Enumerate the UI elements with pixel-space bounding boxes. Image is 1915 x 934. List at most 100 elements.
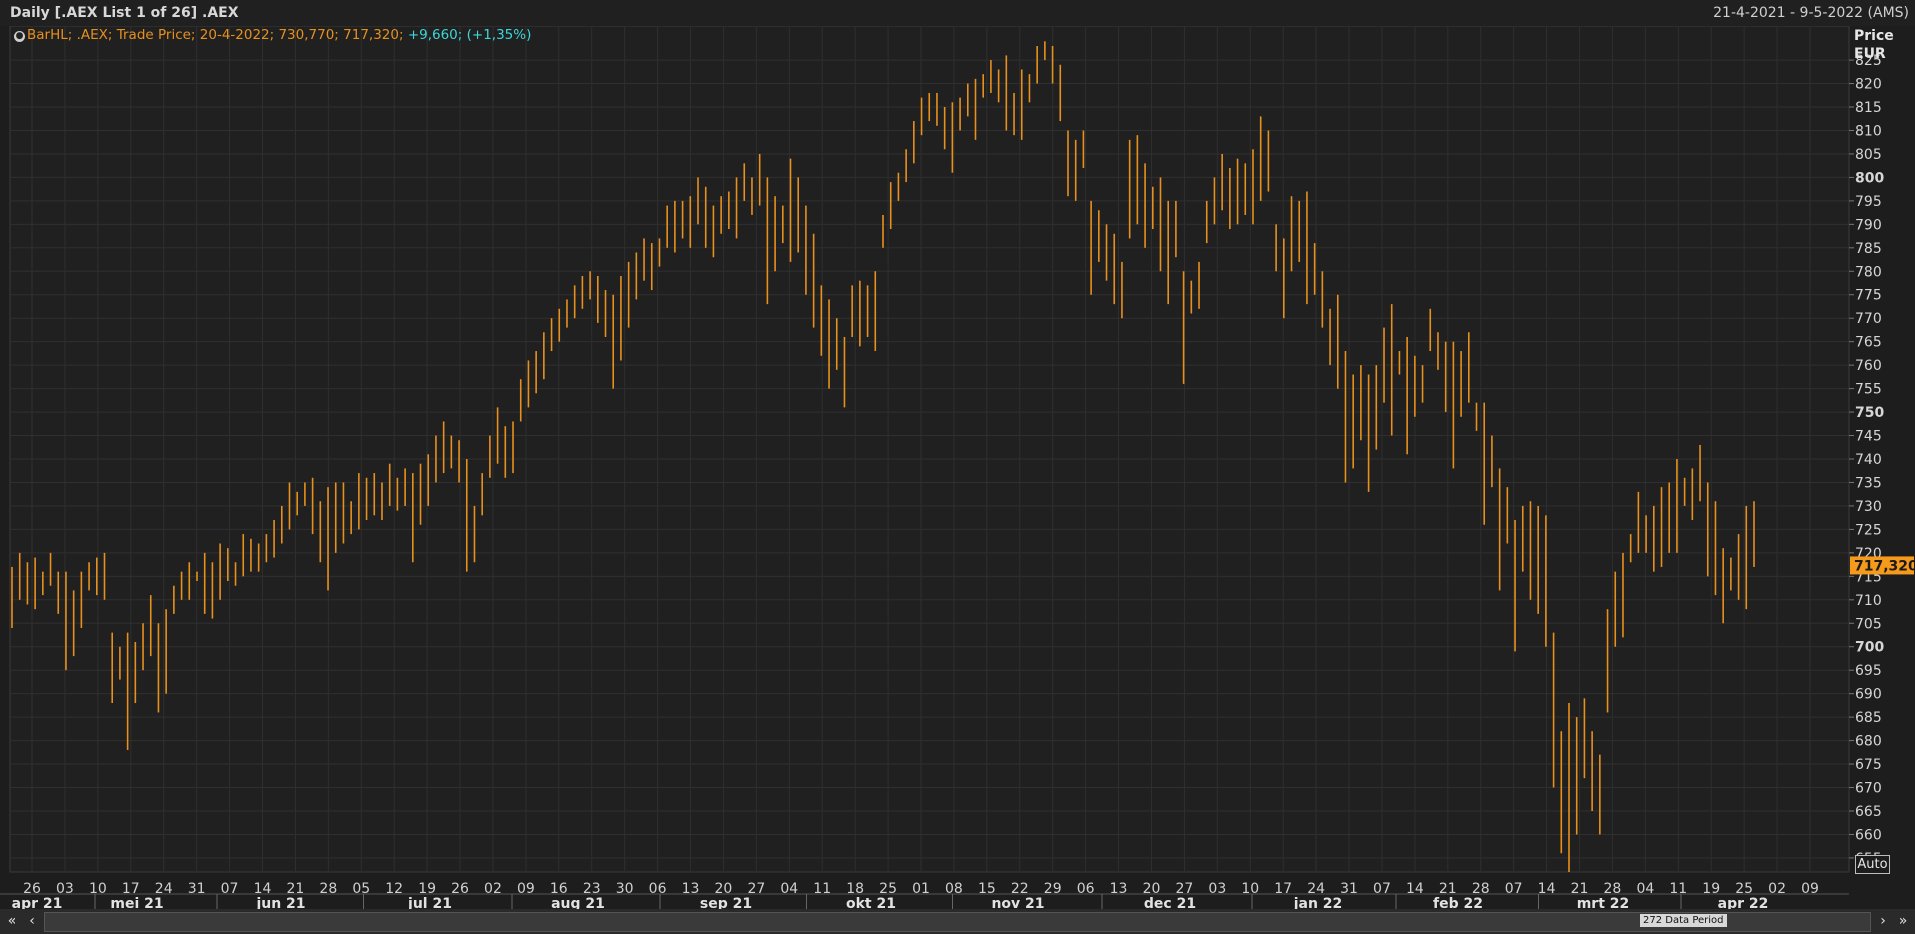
x-tick-label: 08 bbox=[945, 881, 963, 897]
month-label: apr 21 bbox=[12, 896, 63, 909]
data-period-label: 272 Data Period bbox=[1640, 914, 1727, 927]
scroll-right-button[interactable]: › bbox=[1873, 911, 1893, 931]
x-tick-label: 19 bbox=[1702, 881, 1720, 897]
y-tick-label: 670 bbox=[1855, 781, 1882, 797]
x-tick-label: 16 bbox=[550, 881, 568, 897]
price-chart[interactable]: 6556606656706756806856906957007057107157… bbox=[0, 26, 1915, 909]
y-tick-label: 665 bbox=[1855, 804, 1882, 820]
x-tick-label: 07 bbox=[221, 881, 239, 897]
y-tick-label: 790 bbox=[1855, 217, 1882, 233]
x-tick-label: 04 bbox=[1636, 881, 1654, 897]
chart-window: Daily [.AEX List 1 of 26] .AEX 21-4-2021… bbox=[0, 0, 1915, 934]
x-tick-label: 31 bbox=[1340, 881, 1358, 897]
x-tick-label: 06 bbox=[649, 881, 667, 897]
x-tick-label: 14 bbox=[254, 881, 272, 897]
y-tick-label: 710 bbox=[1855, 593, 1882, 609]
x-tick-label: 21 bbox=[1439, 881, 1457, 897]
x-tick-label: 02 bbox=[1768, 881, 1786, 897]
y-tick-label: 740 bbox=[1855, 452, 1882, 468]
x-tick-label: 17 bbox=[122, 881, 140, 897]
month-label: jul 21 bbox=[407, 896, 452, 909]
x-tick-label: 29 bbox=[1044, 881, 1062, 897]
scroll-track[interactable] bbox=[44, 912, 1871, 932]
x-tick-label: 14 bbox=[1406, 881, 1424, 897]
time-scrollbar[interactable]: « ‹ 272 Data Period › » bbox=[0, 909, 1915, 934]
chart-legend: ● BarHL; .AEX; Trade Price; 20-4-2022; 73… bbox=[14, 27, 531, 43]
x-tick-label: 20 bbox=[715, 881, 733, 897]
x-tick-label: 21 bbox=[1571, 881, 1589, 897]
y-tick-label: 775 bbox=[1855, 288, 1882, 304]
x-tick-label: 14 bbox=[1538, 881, 1556, 897]
window-title: Daily [.AEX List 1 of 26] .AEX bbox=[10, 5, 239, 21]
y-tick-label: 780 bbox=[1855, 264, 1882, 280]
y-tick-label: 730 bbox=[1855, 499, 1882, 515]
month-label: okt 21 bbox=[846, 896, 896, 909]
x-tick-label: 25 bbox=[1735, 881, 1753, 897]
legend-toggle-icon[interactable]: ● bbox=[14, 31, 25, 42]
month-label: sep 21 bbox=[700, 896, 752, 909]
y-axis-title: Price bbox=[1854, 28, 1894, 44]
last-price-label: 717,320 bbox=[1854, 558, 1915, 574]
x-tick-label: 25 bbox=[879, 881, 897, 897]
x-tick-label: 19 bbox=[418, 881, 436, 897]
x-tick-label: 13 bbox=[1110, 881, 1128, 897]
x-tick-label: 26 bbox=[451, 881, 469, 897]
x-tick-label: 17 bbox=[1274, 881, 1292, 897]
date-range: 21-4-2021 - 9-5-2022 (AMS) bbox=[1713, 5, 1909, 21]
y-tick-label: 690 bbox=[1855, 687, 1882, 703]
y-tick-label: 800 bbox=[1855, 170, 1884, 186]
x-tick-label: 06 bbox=[1077, 881, 1095, 897]
x-tick-label: 27 bbox=[747, 881, 765, 897]
month-label: feb 22 bbox=[1433, 896, 1483, 909]
y-tick-label: 770 bbox=[1855, 311, 1882, 327]
scroll-left-button[interactable]: ‹ bbox=[22, 911, 42, 931]
month-label: dec 21 bbox=[1144, 896, 1196, 909]
x-tick-label: 28 bbox=[319, 881, 337, 897]
x-tick-label: 13 bbox=[682, 881, 700, 897]
x-tick-label: 09 bbox=[517, 881, 535, 897]
scroll-far-right-button[interactable]: » bbox=[1893, 911, 1913, 931]
title-bar: Daily [.AEX List 1 of 26] .AEX 21-4-2021… bbox=[0, 0, 1915, 27]
x-tick-label: 11 bbox=[1669, 881, 1687, 897]
y-tick-label: 705 bbox=[1855, 616, 1882, 632]
x-tick-label: 03 bbox=[56, 881, 74, 897]
x-tick-label: 10 bbox=[89, 881, 107, 897]
x-tick-label: 05 bbox=[352, 881, 370, 897]
x-tick-label: 10 bbox=[1241, 881, 1259, 897]
month-label: apr 22 bbox=[1718, 896, 1769, 909]
x-tick-label: 03 bbox=[1208, 881, 1226, 897]
x-tick-label: 15 bbox=[978, 881, 996, 897]
x-tick-label: 07 bbox=[1505, 881, 1523, 897]
plot-area bbox=[9, 26, 1850, 873]
y-tick-label: 820 bbox=[1855, 77, 1882, 93]
scroll-far-left-button[interactable]: « bbox=[2, 911, 22, 931]
y-tick-label: 660 bbox=[1855, 827, 1882, 843]
x-tick-label: 24 bbox=[1307, 881, 1325, 897]
x-tick-label: 30 bbox=[616, 881, 634, 897]
x-tick-label: 12 bbox=[385, 881, 403, 897]
month-label: mrt 22 bbox=[1577, 896, 1630, 909]
x-tick-label: 02 bbox=[484, 881, 502, 897]
x-tick-label: 21 bbox=[286, 881, 304, 897]
y-tick-label: 795 bbox=[1855, 194, 1882, 210]
x-tick-label: 26 bbox=[23, 881, 41, 897]
x-tick-label: 04 bbox=[780, 881, 798, 897]
y-axis-unit: EUR bbox=[1854, 46, 1886, 62]
y-tick-label: 785 bbox=[1855, 241, 1882, 257]
month-label: nov 21 bbox=[991, 896, 1044, 909]
month-label: jan 22 bbox=[1293, 896, 1343, 909]
x-tick-label: 31 bbox=[188, 881, 206, 897]
y-tick-label: 765 bbox=[1855, 335, 1882, 351]
auto-scale-button[interactable]: Auto bbox=[1855, 855, 1890, 874]
month-label: jun 21 bbox=[255, 896, 305, 909]
y-tick-label: 815 bbox=[1855, 100, 1882, 116]
y-tick-label: 735 bbox=[1855, 475, 1882, 491]
x-tick-label: 20 bbox=[1143, 881, 1161, 897]
y-tick-label: 805 bbox=[1855, 147, 1882, 163]
legend-change: +9,660; (+1,35%) bbox=[407, 27, 532, 43]
x-tick-label: 27 bbox=[1175, 881, 1193, 897]
y-tick-label: 695 bbox=[1855, 663, 1882, 679]
x-tick-label: 28 bbox=[1472, 881, 1490, 897]
legend-text: BarHL; .AEX; Trade Price; 20-4-2022; 730… bbox=[27, 27, 404, 43]
y-tick-label: 685 bbox=[1855, 710, 1882, 726]
